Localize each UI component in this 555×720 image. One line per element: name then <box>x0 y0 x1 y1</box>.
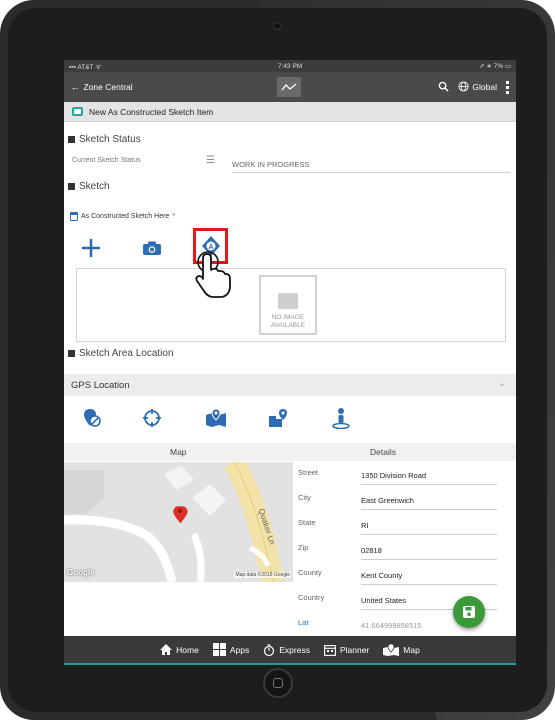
battery-indicator: ➚ ∗ 7% ▭ <box>479 63 511 70</box>
detail-row-county: County Kent County <box>293 562 516 587</box>
tab-label: Express <box>279 644 310 655</box>
google-logo: Google <box>67 568 95 577</box>
camera-icon <box>143 241 161 255</box>
collapse-icon <box>68 350 75 357</box>
save-icon <box>463 606 475 618</box>
map-column-label: Map <box>170 447 187 457</box>
form-title: New As Constructed Sketch Item <box>89 106 214 117</box>
gps-location-header[interactable]: GPS Location ⌄ <box>64 374 516 396</box>
details-column-label: Details <box>370 447 396 457</box>
crosshair-icon[interactable] <box>140 406 164 430</box>
global-label: Global <box>472 82 497 92</box>
form-icon <box>72 107 83 116</box>
device-home-button[interactable] <box>263 668 293 698</box>
tab-express[interactable]: Express <box>263 643 310 656</box>
tab-label: Home <box>176 644 199 655</box>
form-title-bar: New As Constructed Sketch Item <box>64 102 516 122</box>
gps-columns-header: Map Details <box>64 443 516 461</box>
apps-icon <box>212 643 226 656</box>
camera-button[interactable] <box>139 237 165 259</box>
image-placeholder-icon <box>278 293 298 309</box>
detail-key: Street <box>298 468 319 477</box>
detail-row-street: Street 1350 Division Road <box>293 462 516 487</box>
tab-home[interactable]: Home <box>160 644 199 655</box>
section-sketch-area-location[interactable]: Sketch Area Location <box>64 348 174 359</box>
gps-title: GPS Location <box>71 379 130 391</box>
detail-key: Country <box>298 593 325 602</box>
status-bar: ▪▪▪ AT&T ᯤ 7:43 PM ➚ ∗ 7% ▭ <box>64 60 516 72</box>
add-button[interactable] <box>78 236 104 260</box>
location-map[interactable]: Quaker Ln Google Map data ©2018 Google <box>64 462 293 582</box>
signal-chart-icon[interactable] <box>277 77 301 97</box>
list-icon[interactable]: ☰ <box>206 155 215 166</box>
detail-key: County <box>298 568 322 577</box>
tab-map[interactable]: Map <box>383 643 420 656</box>
map-canvas <box>64 462 293 582</box>
carrier-label: ▪▪▪ AT&T ᯤ <box>69 63 102 71</box>
collapse-icon <box>68 136 75 143</box>
map-pin-icon[interactable] <box>204 406 228 430</box>
clear-location-icon[interactable] <box>80 406 104 430</box>
tab-label: Map <box>403 644 420 655</box>
map-icon <box>383 643 400 656</box>
tab-label: Planner <box>339 644 370 655</box>
tap-hand-icon <box>195 251 231 298</box>
tab-label: Apps <box>229 644 250 655</box>
detail-value[interactable]: RI <box>361 521 497 535</box>
sketch-status-field[interactable]: Current Sketch Status ☰ WORK IN PROGRESS <box>70 155 510 177</box>
stopwatch-icon <box>264 643 275 656</box>
sketch-image-area[interactable]: NO IMAGE AVAILABLE <box>76 268 506 342</box>
person-location-icon[interactable] <box>329 406 353 430</box>
detail-key: Zip <box>298 543 309 552</box>
save-button[interactable] <box>453 596 485 628</box>
detail-row-city: City East Greenwich <box>293 487 516 512</box>
calendar-form-icon <box>70 212 78 221</box>
app-screen: ▪▪▪ AT&T ᯤ 7:43 PM ➚ ∗ 7% ▭ ← Zone Centr… <box>64 60 516 665</box>
field-label: Current Sketch Status <box>72 157 141 164</box>
plus-icon <box>82 239 100 257</box>
detail-value[interactable]: East Greenwich <box>361 496 497 510</box>
detail-row-zip: Zip 02818 <box>293 537 516 562</box>
section-title: Sketch Area Location <box>79 348 174 359</box>
more-menu-icon[interactable] <box>506 80 509 94</box>
global-selector[interactable]: Global <box>458 80 497 94</box>
detail-value[interactable]: Kent County <box>361 571 497 585</box>
collapse-icon <box>68 183 75 190</box>
required-marker: * <box>172 213 176 220</box>
section-sketch-status[interactable]: Sketch Status <box>64 134 141 145</box>
back-label: Zone Central <box>83 82 133 92</box>
search-icon[interactable] <box>438 81 450 94</box>
home-icon <box>160 644 173 655</box>
back-arrow-icon: ← <box>71 82 80 92</box>
tab-planner[interactable]: Planner <box>324 644 369 656</box>
nav-bar: ← Zone Central Global <box>64 72 516 102</box>
building-pin-icon[interactable] <box>266 406 290 430</box>
sketch-status-value[interactable]: WORK IN PROGRESS <box>232 160 510 173</box>
detail-key: State <box>298 518 316 527</box>
bottom-tab-bar: Home Apps Express Planner Map <box>64 636 516 665</box>
detail-key: Lat <box>298 618 309 627</box>
map-attribution: Map data ©2018 Google <box>234 572 291 578</box>
sketch-field-label: As Constructed Sketch Here * <box>70 212 175 221</box>
tablet-device: ▪▪▪ AT&T ᯤ 7:43 PM ➚ ∗ 7% ▭ ← Zone Centr… <box>0 0 555 720</box>
detail-row-state: State RI <box>293 512 516 537</box>
section-title: Sketch <box>79 181 110 192</box>
back-button[interactable]: ← Zone Central <box>71 82 133 92</box>
clock: 7:43 PM <box>278 62 303 70</box>
section-title: Sketch Status <box>79 134 141 145</box>
chevron-down-icon[interactable]: ⌄ <box>498 378 506 389</box>
camera-icon <box>273 22 281 30</box>
tab-apps[interactable]: Apps <box>212 643 250 656</box>
section-sketch[interactable]: Sketch <box>64 181 110 192</box>
detail-value[interactable]: 02818 <box>361 546 497 560</box>
calendar-icon <box>324 644 336 656</box>
detail-key: City <box>298 493 311 502</box>
no-image-placeholder: NO IMAGE AVAILABLE <box>259 275 317 335</box>
detail-value[interactable]: 1350 Division Road <box>361 471 497 485</box>
globe-icon <box>458 80 469 94</box>
